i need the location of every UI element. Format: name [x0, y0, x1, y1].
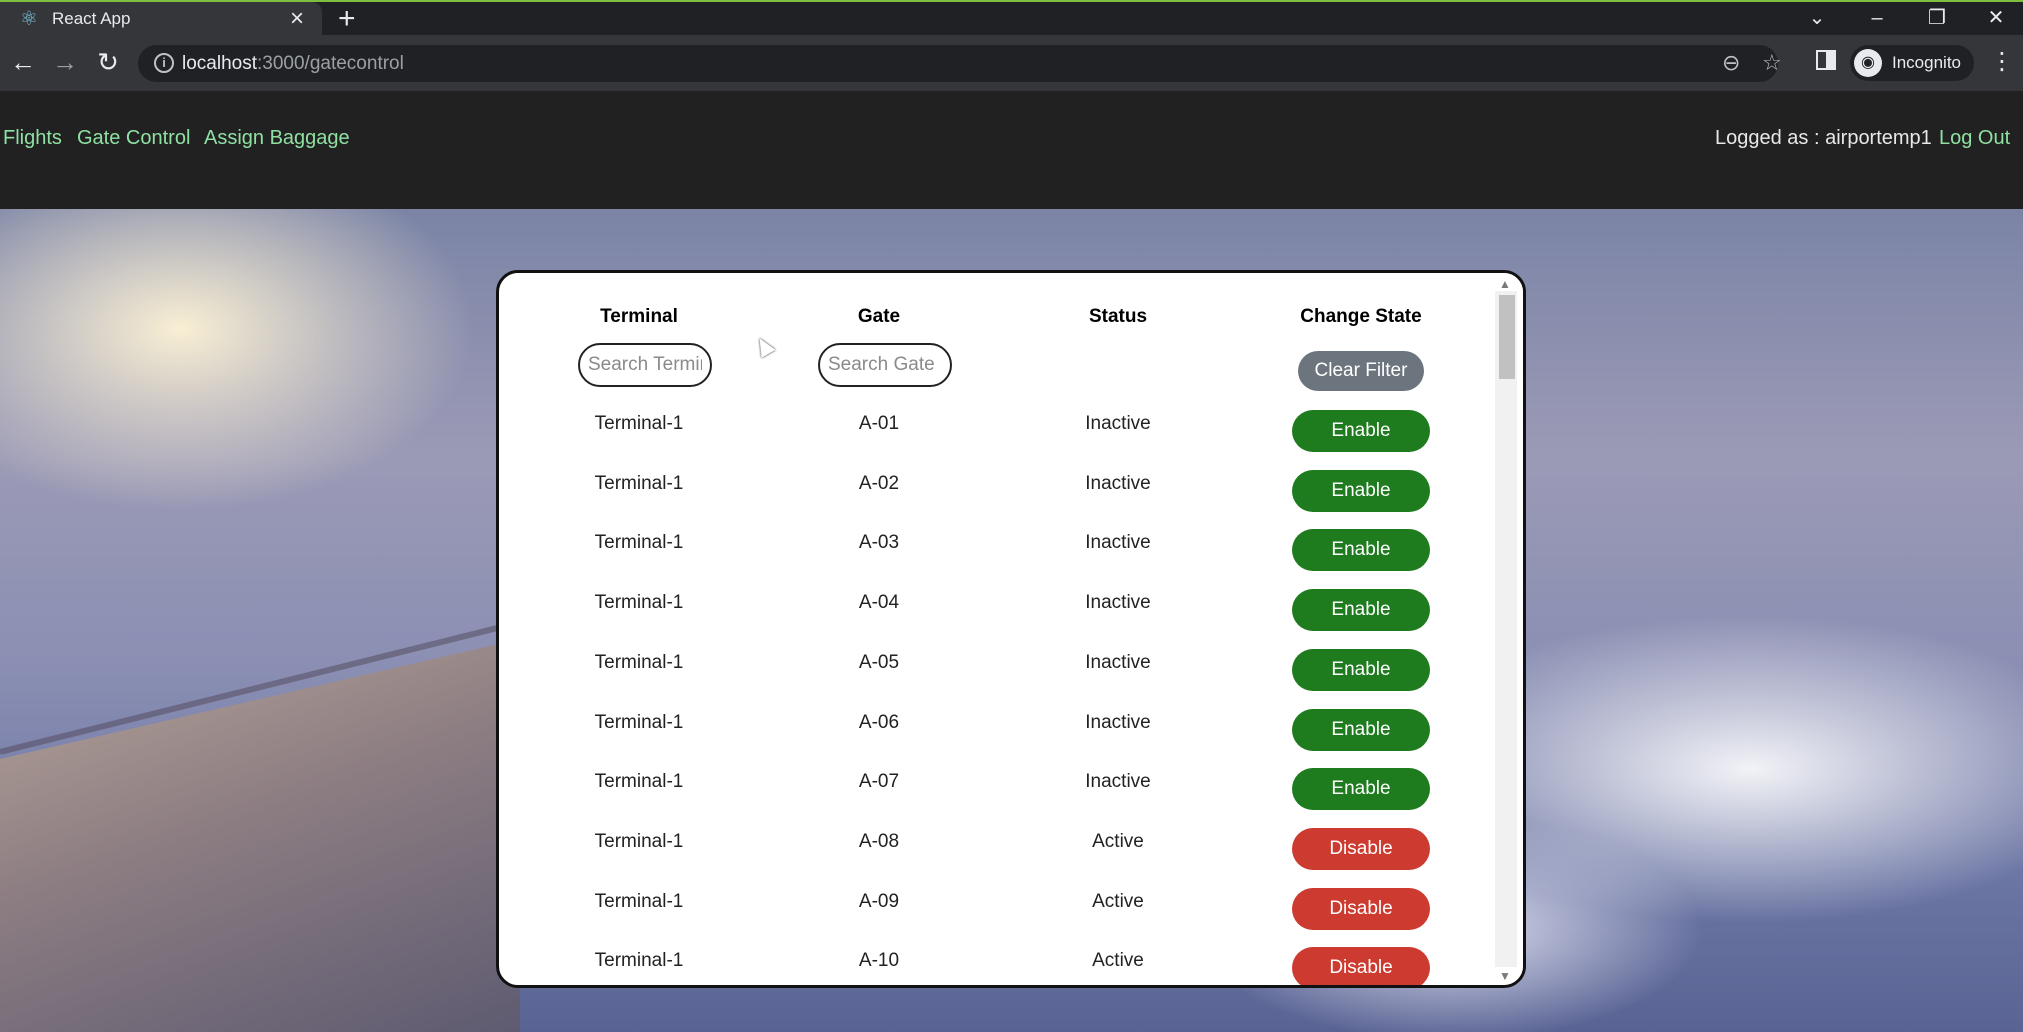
- cell-terminal: Terminal-1: [594, 712, 684, 733]
- side-panel-icon[interactable]: [1816, 50, 1836, 70]
- cell-gate: A-01: [858, 413, 900, 434]
- cell-status: Inactive: [1085, 771, 1151, 792]
- cell-status: Active: [1092, 950, 1144, 971]
- cell-terminal: Terminal-1: [594, 532, 684, 553]
- scroll-up-icon[interactable]: ▲: [1499, 278, 1511, 290]
- plus-icon[interactable]: +: [338, 3, 356, 35]
- scrollbar[interactable]: ▲ ▼: [1489, 273, 1523, 985]
- kebab-menu-icon[interactable]: ⋮: [1990, 45, 2014, 79]
- cell-terminal: Terminal-1: [594, 771, 684, 792]
- cell-status: Active: [1092, 891, 1144, 912]
- cell-status: Inactive: [1085, 712, 1151, 733]
- header-terminal: Terminal: [600, 306, 678, 327]
- address-bar[interactable]: i localhost:3000/gatecontrol ⊖ ☆: [138, 45, 1782, 82]
- cell-gate: A-07: [858, 771, 900, 792]
- enable-button[interactable]: Enable: [1292, 410, 1430, 452]
- window-close-icon[interactable]: ✕: [1976, 4, 2016, 32]
- enable-button[interactable]: Enable: [1292, 589, 1430, 631]
- enable-button[interactable]: Enable: [1292, 709, 1430, 751]
- star-icon[interactable]: ☆: [1762, 49, 1782, 77]
- zoom-out-icon[interactable]: ⊖: [1722, 49, 1740, 77]
- tab-search-chevron-icon[interactable]: ⌄: [1797, 4, 1837, 32]
- tab-title: React App: [52, 9, 131, 28]
- url-text[interactable]: localhost:3000/gatecontrol: [182, 53, 404, 75]
- header-status: Status: [1088, 306, 1148, 327]
- search-terminal-input[interactable]: [578, 343, 712, 387]
- cell-status: Inactive: [1085, 532, 1151, 553]
- clear-filter-button[interactable]: Clear Filter: [1298, 351, 1424, 391]
- cell-terminal: Terminal-1: [594, 592, 684, 613]
- header-change-state: Change State: [1300, 306, 1422, 327]
- cell-gate: A-06: [858, 712, 900, 733]
- nav-link-gate-control[interactable]: Gate Control: [77, 127, 190, 150]
- nav-link-assign-baggage[interactable]: Assign Baggage: [204, 127, 350, 150]
- scroll-thumb[interactable]: [1499, 295, 1515, 379]
- airplane-wing-image: [0, 639, 520, 1032]
- cell-terminal: Terminal-1: [594, 652, 684, 673]
- react-icon: ⚛: [20, 8, 38, 30]
- cell-status: Inactive: [1085, 652, 1151, 673]
- browser-toolbar: ← → ↻ i localhost:3000/gatecontrol ⊖ ☆ ◉…: [0, 35, 2023, 91]
- cell-gate: A-08: [858, 831, 900, 852]
- cell-gate: A-09: [858, 891, 900, 912]
- cell-terminal: Terminal-1: [594, 831, 684, 852]
- enable-button[interactable]: Enable: [1292, 529, 1430, 571]
- browser-tab[interactable]: ⚛ React App ×: [0, 2, 322, 37]
- cell-gate: A-04: [858, 592, 900, 613]
- gate-control-panel: Terminal Gate Status Change State Clear …: [496, 270, 1526, 988]
- disable-button[interactable]: Disable: [1292, 828, 1430, 870]
- browser-tabstrip: ⚛ React App × + ⌄ – ❐ ✕: [0, 0, 2023, 37]
- app-navbar: Flights Gate Control Assign Baggage Logg…: [0, 91, 2023, 209]
- minimize-icon[interactable]: –: [1857, 4, 1897, 32]
- enable-button[interactable]: Enable: [1292, 768, 1430, 810]
- profile-label: Incognito: [1892, 53, 1961, 72]
- enable-button[interactable]: Enable: [1292, 649, 1430, 691]
- incognito-icon: ◉: [1854, 49, 1882, 77]
- cell-status: Inactive: [1085, 473, 1151, 494]
- header-gate: Gate: [857, 306, 901, 327]
- search-gate-input[interactable]: [818, 343, 952, 387]
- enable-button[interactable]: Enable: [1292, 470, 1430, 512]
- scroll-track[interactable]: [1495, 291, 1517, 967]
- cell-terminal: Terminal-1: [594, 473, 684, 494]
- cell-status: Active: [1092, 831, 1144, 852]
- cell-gate: A-05: [858, 652, 900, 673]
- cell-gate: A-10: [858, 950, 900, 971]
- arrow-left-icon[interactable]: ←: [6, 44, 40, 80]
- disable-button[interactable]: Disable: [1292, 888, 1430, 930]
- reload-icon[interactable]: ↻: [91, 44, 125, 80]
- restore-icon[interactable]: ❐: [1917, 4, 1957, 32]
- disable-button[interactable]: Disable: [1292, 947, 1430, 985]
- cell-terminal: Terminal-1: [594, 891, 684, 912]
- incognito-profile-button[interactable]: ◉ Incognito: [1850, 45, 1974, 81]
- info-icon[interactable]: i: [154, 53, 174, 73]
- nav-link-flights[interactable]: Flights: [3, 127, 62, 150]
- cell-status: Inactive: [1085, 413, 1151, 434]
- cell-gate: A-02: [858, 473, 900, 494]
- scroll-down-icon[interactable]: ▼: [1499, 970, 1511, 982]
- cell-terminal: Terminal-1: [594, 413, 684, 434]
- cell-terminal: Terminal-1: [594, 950, 684, 971]
- logout-link[interactable]: Log Out: [1939, 127, 2010, 150]
- close-icon[interactable]: ×: [290, 5, 304, 33]
- logged-as-label: Logged as : airportemp1: [1715, 127, 1932, 149]
- cell-gate: A-03: [858, 532, 900, 553]
- cell-status: Inactive: [1085, 592, 1151, 613]
- arrow-right-icon[interactable]: →: [48, 44, 82, 80]
